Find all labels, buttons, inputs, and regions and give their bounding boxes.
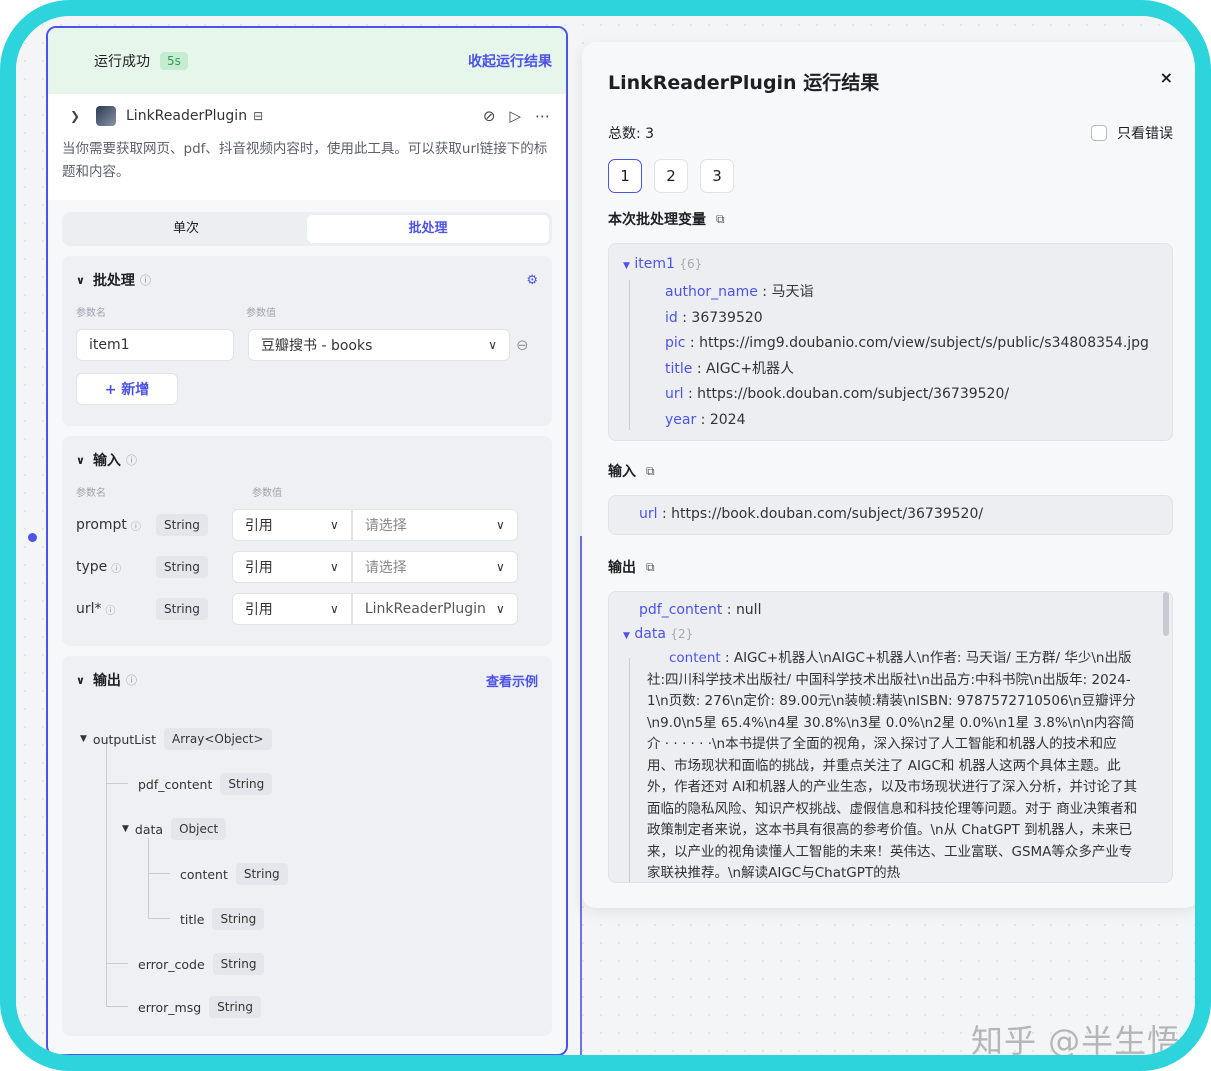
var-row: pic : https://img9.doubanio.com/view/sub… <box>665 335 1149 351</box>
chevron-down-icon[interactable]: ∨ <box>76 674 85 687</box>
tab-batch[interactable]: 批处理 <box>307 215 549 243</box>
param-mode-select[interactable]: 引用 ∨ <box>231 551 352 583</box>
info-icon: ⓘ <box>125 454 137 467</box>
tree-node-error-msg: error_msg String <box>138 996 261 1018</box>
errors-only-toggle[interactable]: 只看错误 <box>1091 123 1173 143</box>
param-type-chip: String <box>156 556 208 578</box>
chevron-down-icon[interactable]: ❯ <box>70 109 88 123</box>
chevron-down-icon[interactable]: ∨ <box>76 274 85 287</box>
param-value-select[interactable]: 请选择 ∨ <box>351 509 518 541</box>
output-tree: ▼ outputList Array<Object> pdf_content S… <box>76 710 538 1030</box>
plugin-description: 当你需要获取网页、pdf、抖音视频内容时，使用此工具。可以获取url链接下的标题… <box>48 138 566 200</box>
param-mode-select[interactable]: 引用 ∨ <box>231 509 352 541</box>
param-value-select[interactable]: 请选择 ∨ <box>351 551 518 583</box>
copy-icon[interactable]: ⧉ <box>716 212 725 227</box>
tab-single[interactable]: 单次 <box>65 215 307 243</box>
run-time-badge: 5s <box>160 52 188 70</box>
tree-node-data[interactable]: ▼ data Object <box>122 818 227 840</box>
output-section: ∨ 输出 ⓘ 查看示例 ▼ outputList Array<Object> p… <box>62 656 552 1036</box>
param-name: prompt ⓘ <box>76 517 141 533</box>
watermark: 知乎 @半生悟 <box>971 1022 1181 1060</box>
param-name: url* ⓘ <box>76 601 116 617</box>
param-type-chip: String <box>156 514 208 536</box>
tree-node-pdf-content: pdf_content String <box>138 773 273 795</box>
tree-node-outputlist[interactable]: ▼ outputList Array<Object> <box>80 728 272 750</box>
total-count: 总数: 3 <box>608 126 655 142</box>
run-icon[interactable]: ▷ <box>509 107 521 125</box>
output-pdf-content: pdf_content : null <box>639 602 762 618</box>
var-row: year : 2024 <box>665 411 746 428</box>
param-name: type ⓘ <box>76 559 122 575</box>
batch-item-name-input[interactable]: item1 <box>76 329 234 361</box>
collapse-result-button[interactable]: 收起运行结果 <box>468 51 552 71</box>
settings-icon[interactable]: ⚙ <box>526 273 538 288</box>
page-button-3[interactable]: 3 <box>700 159 734 193</box>
output-title: 输出 <box>92 673 121 689</box>
input-title: 输入 <box>92 453 121 469</box>
pagination: 1 2 3 <box>608 159 1173 193</box>
batch-item-value: 豆瓣搜书 - books <box>261 338 373 354</box>
input-box: url : https://book.douban.com/subject/36… <box>608 495 1173 535</box>
page-button-2[interactable]: 2 <box>654 159 688 193</box>
col-value-label: 参数值 <box>252 488 282 499</box>
chevron-down-icon: ∨ <box>488 338 497 352</box>
var-row: author_name : 马天诣 <box>665 284 814 300</box>
batch-section: ∨ 批处理 ⓘ ⚙ 参数名 参数值 item1 豆瓣搜书 - books ∨ ⊖… <box>62 256 552 426</box>
output-box: pdf_content : null ▼ data {2} content : … <box>608 591 1173 883</box>
param-type-chip: String <box>156 598 208 620</box>
info-icon: ⓘ <box>139 274 151 287</box>
checkbox[interactable] <box>1091 125 1107 141</box>
add-item-button[interactable]: + 新增 <box>76 373 178 405</box>
scrollbar[interactable] <box>1163 592 1169 636</box>
batch-vars-box: ▼ item1 {6} author_name : 马天诣 id : 36739… <box>608 243 1173 441</box>
chevron-down-icon[interactable]: ∨ <box>76 454 85 467</box>
run-status-bar: 运行成功 5s 收起运行结果 <box>48 28 566 94</box>
tree-node-title: title String <box>180 908 265 930</box>
output-data-header[interactable]: ▼ data {2} <box>623 626 1142 642</box>
result-title: LinkReaderPlugin 运行结果 <box>608 72 880 94</box>
batch-title: 批处理 <box>92 273 135 289</box>
info-icon: ⓘ <box>125 674 137 687</box>
plugin-logo-icon <box>96 106 116 126</box>
col-name-label: 参数名 <box>76 308 106 319</box>
close-icon[interactable]: × <box>1160 68 1173 95</box>
page-button-1[interactable]: 1 <box>608 159 642 193</box>
batch-item-value-select[interactable]: 豆瓣搜书 - books ∨ <box>248 329 510 361</box>
col-name-label: 参数名 <box>76 488 106 499</box>
debug-off-icon[interactable]: ⊘ <box>483 107 496 125</box>
tree-node-error-code: error_code String <box>138 953 265 975</box>
plugin-name: LinkReaderPlugin <box>126 108 248 124</box>
remove-icon[interactable]: ⊖ <box>516 336 529 354</box>
var-row: url : https://book.douban.com/subject/36… <box>665 386 1010 402</box>
param-mode-select[interactable]: 引用 ∨ <box>231 593 352 625</box>
run-status-text: 运行成功 <box>94 54 150 70</box>
result-panel: LinkReaderPlugin 运行结果 × 总数: 3 只看错误 1 2 3… <box>582 42 1195 908</box>
input-port[interactable] <box>28 533 37 542</box>
item-header[interactable]: ▼ item1 {6} <box>623 256 1158 272</box>
param-value-select[interactable]: LinkReaderPlugin ∨ <box>351 593 518 625</box>
input-label: 输入 <box>608 464 636 480</box>
mode-tabs: 单次 批处理 <box>62 212 552 246</box>
tree-node-content: content String <box>180 863 288 885</box>
node-header: ❯ LinkReaderPlugin ⊟ ⊘ ▷ ⋯ <box>48 94 566 138</box>
view-example-link[interactable]: 查看示例 <box>486 671 538 690</box>
var-row: id : 36739520 <box>665 309 763 326</box>
output-content: content : AIGC+机器人\nAIGC+机器人\n作者: 马天诣/ 王… <box>647 650 1138 881</box>
copy-icon[interactable]: ⧉ <box>646 464 655 479</box>
copy-icon[interactable]: ⧉ <box>646 560 655 575</box>
plugin-tag-icon: ⊟ <box>253 109 264 123</box>
batch-vars-label: 本次批处理变量 <box>608 212 706 228</box>
output-label: 输出 <box>608 560 636 576</box>
input-section: ∨ 输入 ⓘ 参数名 参数值 prompt ⓘ String 引用 ∨ 请选择 ∨ t… <box>62 436 552 646</box>
var-row: title : AIGC+机器人 <box>665 360 795 377</box>
plugin-node[interactable]: 运行成功 5s 收起运行结果 ❯ LinkReaderPlugin ⊟ ⊘ ▷ … <box>46 26 568 1055</box>
errors-only-label: 只看错误 <box>1117 126 1173 142</box>
app-frame: 运行成功 5s 收起运行结果 ❯ LinkReaderPlugin ⊟ ⊘ ▷ … <box>0 0 1211 1071</box>
col-value-label: 参数值 <box>246 308 276 319</box>
more-icon[interactable]: ⋯ <box>535 107 550 125</box>
